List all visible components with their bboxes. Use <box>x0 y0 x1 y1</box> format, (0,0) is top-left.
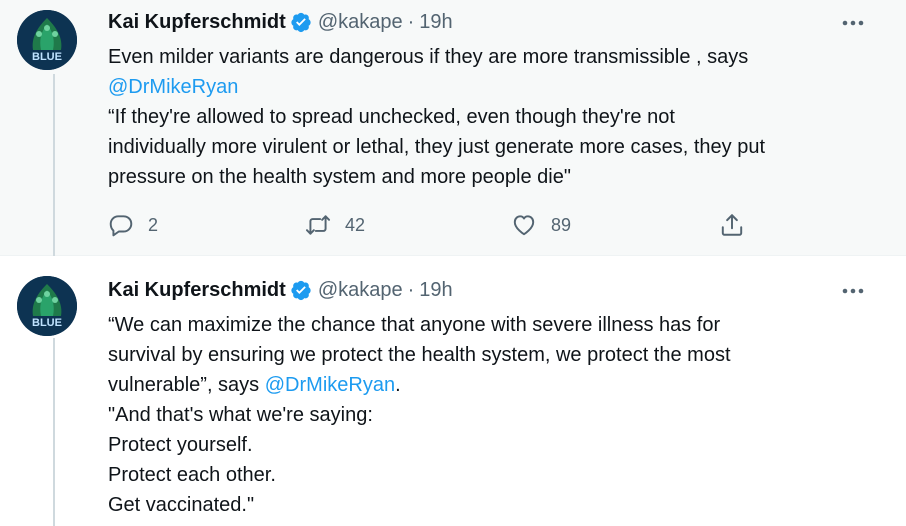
more-icon[interactable] <box>838 13 868 33</box>
tweet-text-fragment: vulnerable”, says <box>108 374 265 396</box>
tweet-text: “We can maximize the chance that anyone … <box>108 310 878 520</box>
tweet-text-line: "And that's what we're saying: <box>108 404 373 426</box>
retweet-button[interactable]: 42 <box>305 210 365 240</box>
tweet-text-line: pressure on the health system and more p… <box>108 166 571 188</box>
tweet-text-line: Protect each other. <box>108 464 276 486</box>
verified-badge-icon <box>290 11 312 33</box>
reply-icon <box>109 215 133 237</box>
reply-count: 2 <box>148 214 159 235</box>
author-name[interactable]: Kai Kupferschmidt <box>108 279 286 302</box>
timestamp[interactable]: 19h <box>419 279 452 302</box>
separator: · <box>407 10 415 33</box>
like-button[interactable]: 89 <box>511 210 571 240</box>
tweet[interactable]: BLUE Kai Kupferschmidt @kakape · 19h Eve… <box>0 0 906 256</box>
tweet-text-line: “If they're allowed to spread unchecked,… <box>108 106 675 128</box>
mention-link[interactable]: @DrMikeRyan <box>265 374 395 396</box>
verified-badge-icon <box>290 279 312 301</box>
share-button[interactable] <box>719 210 745 240</box>
tweet-text-line: Get vaccinated." <box>108 494 255 516</box>
reply-button[interactable]: 2 <box>108 210 158 240</box>
tweet-text-line: Protect yourself. <box>108 434 253 456</box>
tweet-text-line: individually more virulent or lethal, th… <box>108 136 766 158</box>
mention-link[interactable]: @DrMikeRyan <box>108 72 878 102</box>
retweet-icon <box>305 215 331 235</box>
avatar[interactable]: BLUE <box>17 276 77 336</box>
thread-line <box>53 338 55 526</box>
like-icon <box>513 215 535 236</box>
tweet-actions: 2 42 89 <box>108 210 758 240</box>
author-handle[interactable]: @kakape <box>318 11 403 34</box>
like-count: 89 <box>551 214 572 235</box>
share-icon <box>721 214 743 236</box>
retweet-count: 42 <box>345 214 366 235</box>
author-name[interactable]: Kai Kupferschmidt <box>108 11 286 34</box>
tweet-text-line: survival by ensuring we protect the heal… <box>108 344 731 366</box>
author-handle[interactable]: @kakape <box>318 279 403 302</box>
tweet-header: Kai Kupferschmidt @kakape · 19h <box>108 277 453 303</box>
avatar[interactable]: BLUE <box>17 10 77 70</box>
tweet-text-line: Even milder variants are dangerous if th… <box>108 46 749 68</box>
tweet[interactable]: BLUE Kai Kupferschmidt @kakape · 19h “We… <box>0 256 906 526</box>
tweet-text: Even milder variants are dangerous if th… <box>108 42 878 192</box>
avatar-text: BLUE <box>32 317 62 329</box>
avatar-text: BLUE <box>32 51 62 63</box>
separator: · <box>407 278 415 301</box>
avatar-image: BLUE <box>17 10 77 70</box>
tweet-header: Kai Kupferschmidt @kakape · 19h <box>108 9 453 35</box>
timestamp[interactable]: 19h <box>419 11 452 34</box>
more-icon[interactable] <box>838 281 868 301</box>
tweet-text-fragment: . <box>395 374 401 396</box>
tweet-text-line: vulnerable”, says @DrMikeRyan. <box>108 370 878 400</box>
avatar-image: BLUE <box>17 276 77 336</box>
tweet-text-line: “We can maximize the chance that anyone … <box>108 314 721 336</box>
thread-line <box>53 74 55 256</box>
